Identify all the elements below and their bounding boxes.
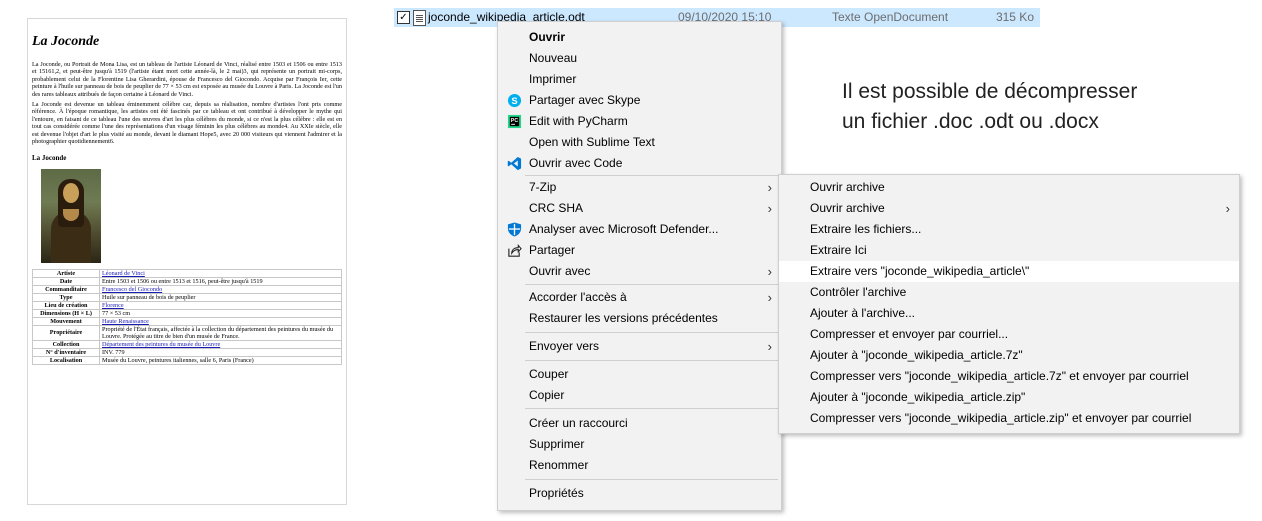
document-paragraph-2: La Joconde est devenue un tableau éminem… xyxy=(32,101,342,146)
menu-item-ouvrir-avec[interactable]: Ouvrir avec › xyxy=(498,261,781,282)
submenu-item-compresser-envoyer[interactable]: Compresser et envoyer par courriel... xyxy=(779,324,1239,345)
table-row: N° d'inventaire INV. 779 xyxy=(32,347,342,357)
menu-item-vscode[interactable]: Ouvrir avec Code xyxy=(498,153,781,174)
submenu-item-controler-archive[interactable]: Contrôler l'archive xyxy=(779,282,1239,303)
table-row: Type Huile sur panneau de bois de peuplie… xyxy=(32,292,342,302)
file-checkbox[interactable]: ✓ xyxy=(397,11,410,24)
menu-item-proprietes[interactable]: Propriétés xyxy=(498,483,781,504)
menu-item-restaurer-versions[interactable]: Restaurer les versions précédentes xyxy=(498,308,781,329)
pycharm-icon: PC xyxy=(507,114,522,129)
document-preview: La Joconde La Joconde, ou Portrait de Mo… xyxy=(27,18,347,505)
menu-item-renommer[interactable]: Renommer xyxy=(498,455,781,476)
table-row: Dimensions (H × L) 77 × 53 cm xyxy=(32,308,342,318)
menu-item-sublime[interactable]: Open with Sublime Text xyxy=(498,132,781,153)
menu-item-skype[interactable]: S Partager avec Skype xyxy=(498,90,781,111)
file-size: 315 Ko xyxy=(995,10,1034,24)
submenu-7zip: Ouvrir archive Ouvrir archive › Extraire … xyxy=(778,174,1240,434)
infobox-table: Artiste Léonard de Vinci Date Entre 1503 e… xyxy=(32,268,342,365)
chevron-right-icon: › xyxy=(767,180,772,195)
share-icon xyxy=(508,243,522,257)
document-paragraph-1: La Joconde, ou Portrait de Mona Lisa, es… xyxy=(32,61,342,98)
chevron-right-icon: › xyxy=(767,264,772,279)
submenu-item-ajouter-zip[interactable]: Ajouter à "joconde_wikipedia_article.zip… xyxy=(779,387,1239,408)
svg-text:S: S xyxy=(511,96,517,106)
menu-item-nouveau[interactable]: Nouveau xyxy=(498,48,781,69)
mona-lisa-image xyxy=(41,168,101,263)
svg-text:PC: PC xyxy=(511,118,518,124)
menu-item-partager[interactable]: Partager xyxy=(498,240,781,261)
submenu-item-ajouter-archive[interactable]: Ajouter à l'archive... xyxy=(779,303,1239,324)
table-row: Localisation Musée du Louvre, peintures i… xyxy=(32,355,342,365)
submenu-item-ouvrir-archive-more[interactable]: Ouvrir archive › xyxy=(779,198,1239,219)
menu-item-couper[interactable]: Couper xyxy=(498,364,781,385)
annotation-line-2: un fichier .doc .odt ou .docx xyxy=(842,110,1099,133)
chevron-right-icon: › xyxy=(767,201,772,216)
table-row: Commanditaire Francesco del Giocondo xyxy=(32,284,342,294)
table-row: Collection Département des peintures du m… xyxy=(32,339,342,349)
annotation-text: Il est possible de décompresser un fichi… xyxy=(842,77,1252,137)
menu-item-accorder-acces[interactable]: Accorder l'accès à › xyxy=(498,287,781,308)
submenu-item-compresser-zip-courriel[interactable]: Compresser vers "joconde_wikipedia_artic… xyxy=(779,408,1239,429)
annotation-line-1: Il est possible de décompresser xyxy=(842,80,1138,103)
submenu-item-extraire-vers[interactable]: Extraire vers "joconde_wikipedia_article… xyxy=(779,261,1239,282)
table-row: Mouvement Haute Renaissance xyxy=(32,316,342,326)
table-row: Lieu de création Florence xyxy=(32,300,342,310)
submenu-item-ouvrir-archive[interactable]: Ouvrir archive xyxy=(779,177,1239,198)
menu-item-7zip[interactable]: 7-Zip › xyxy=(498,177,781,198)
file-type: Texte OpenDocument xyxy=(832,10,949,24)
menu-item-defender[interactable]: Analyser avec Microsoft Defender... xyxy=(498,219,781,240)
menu-item-crc-sha[interactable]: CRC SHA › xyxy=(498,198,781,219)
menu-item-supprimer[interactable]: Supprimer xyxy=(498,434,781,455)
table-row: Date Entre 1503 et 1506 ou entre 1513 et … xyxy=(32,276,342,286)
vscode-icon xyxy=(507,156,522,171)
table-row: Artiste Léonard de Vinci xyxy=(32,268,342,278)
chevron-right-icon: › xyxy=(1225,201,1230,216)
chevron-right-icon: › xyxy=(767,339,772,354)
menu-item-copier[interactable]: Copier xyxy=(498,385,781,406)
menu-item-imprimer[interactable]: Imprimer xyxy=(498,69,781,90)
menu-item-pycharm[interactable]: PC Edit with PyCharm xyxy=(498,111,781,132)
context-menu: Ouvrir Nouveau Imprimer S Partager avec … xyxy=(497,21,782,511)
submenu-item-extraire-ici[interactable]: Extraire Ici xyxy=(779,240,1239,261)
submenu-item-extraire-fichiers[interactable]: Extraire les fichiers... xyxy=(779,219,1239,240)
defender-shield-icon xyxy=(507,222,522,237)
menu-item-creer-raccourci[interactable]: Créer un raccourci xyxy=(498,413,781,434)
image-caption: La Joconde xyxy=(32,154,67,163)
submenu-item-compresser-7z-courriel[interactable]: Compresser vers "joconde_wikipedia_artic… xyxy=(779,366,1239,387)
menu-item-ouvrir[interactable]: Ouvrir xyxy=(498,27,781,48)
menu-item-envoyer-vers[interactable]: Envoyer vers › xyxy=(498,336,781,357)
document-file-icon xyxy=(413,10,426,26)
submenu-item-ajouter-7z[interactable]: Ajouter à "joconde_wikipedia_article.7z" xyxy=(779,345,1239,366)
chevron-right-icon: › xyxy=(767,290,772,305)
skype-icon: S xyxy=(507,93,522,108)
document-title: La Joconde xyxy=(32,34,100,49)
table-row: Propriétaire Propriété de l'État français… xyxy=(32,324,342,341)
